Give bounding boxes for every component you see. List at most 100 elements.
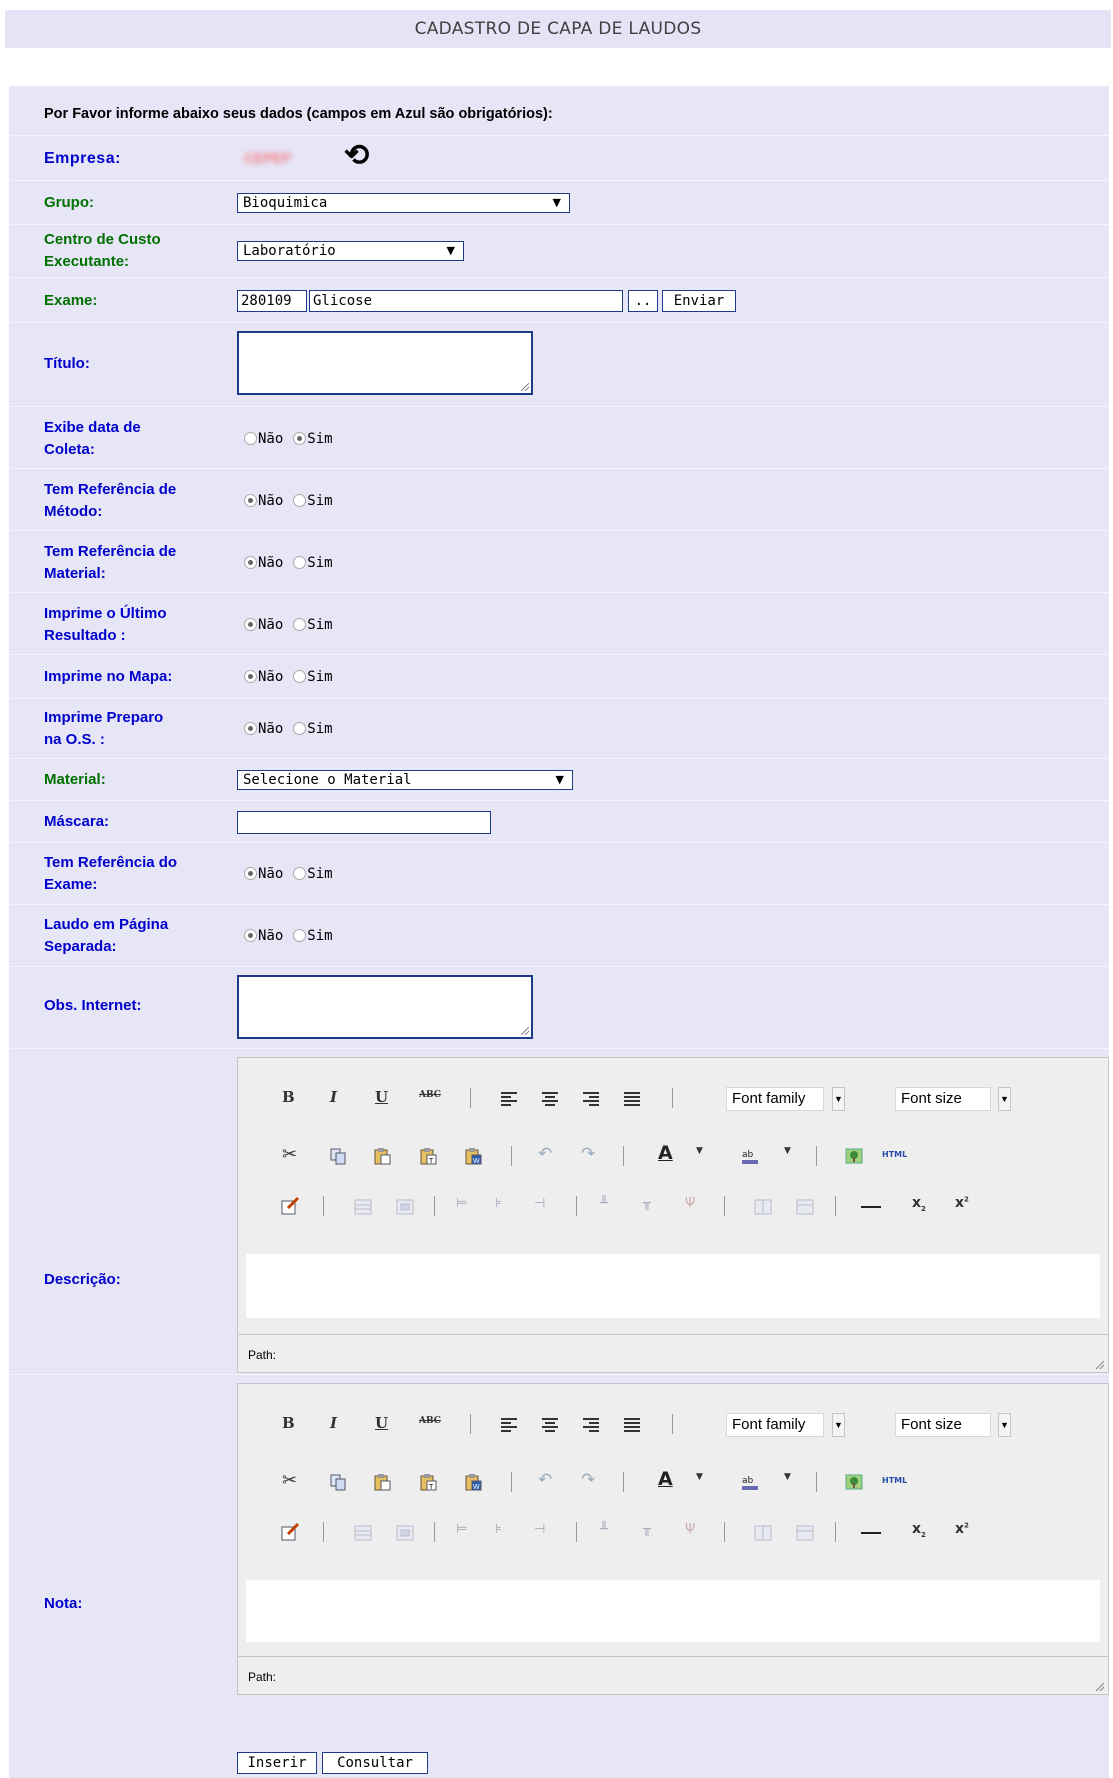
insert-col-after-icon[interactable]: ╥ [643, 1522, 651, 1537]
align-justify-icon[interactable] [622, 1089, 642, 1109]
merge-cells-icon[interactable] [795, 1523, 815, 1543]
radio-nao[interactable] [244, 556, 257, 569]
cut-icon[interactable]: ✂ [282, 1144, 297, 1165]
radio-nao[interactable] [244, 670, 257, 683]
horizontal-rule-icon[interactable] [861, 1532, 881, 1534]
obs-internet-textarea[interactable] [237, 975, 533, 1039]
table-cell-icon[interactable] [395, 1197, 415, 1217]
html-source-icon[interactable]: HTML [882, 1476, 907, 1485]
font-size-select[interactable]: Font size [895, 1413, 991, 1437]
titulo-textarea[interactable] [237, 331, 533, 395]
radio-sim[interactable] [293, 929, 307, 942]
copy-icon[interactable] [328, 1472, 348, 1492]
insert-col-before-icon[interactable]: ╨ [600, 1196, 608, 1211]
redo-icon[interactable]: ↷ [581, 1144, 595, 1164]
undo-icon[interactable]: ↶ [538, 1144, 552, 1164]
radio-nao[interactable] [244, 494, 257, 507]
merge-cells-icon[interactable] [795, 1197, 815, 1217]
underline-icon[interactable]: U [375, 1414, 388, 1432]
descricao-edit-area[interactable] [246, 1254, 1100, 1318]
font-family-select[interactable]: Font family [726, 1413, 824, 1437]
inserir-button[interactable]: Inserir [237, 1752, 317, 1774]
highlight-color-icon[interactable]: ab [740, 1146, 760, 1166]
exame-lookup-button[interactable]: .. [628, 290, 658, 312]
resize-grip-icon[interactable] [1096, 1683, 1104, 1691]
underline-icon[interactable]: U [375, 1088, 388, 1106]
delete-row-icon[interactable]: ⊣ [534, 1196, 545, 1211]
highlight-color-icon[interactable]: ab [740, 1472, 760, 1492]
radio-sim[interactable] [293, 494, 307, 507]
strikethrough-icon[interactable]: ABC [419, 1416, 441, 1426]
radio-sim[interactable] [293, 722, 307, 735]
superscript-icon[interactable]: x2 [955, 1195, 969, 1211]
align-left-icon[interactable] [499, 1089, 519, 1109]
text-color-icon[interactable]: A [658, 1468, 673, 1490]
split-cells-icon[interactable] [753, 1523, 773, 1543]
align-right-icon[interactable] [581, 1089, 601, 1109]
chevron-down-icon[interactable]: ▼ [784, 1472, 791, 1482]
exame-send-button[interactable]: Enviar [662, 290, 736, 312]
cut-icon[interactable]: ✂ [282, 1470, 297, 1491]
centro-custo-select[interactable]: Laboratório ▼ [237, 241, 464, 261]
redo-icon[interactable]: ↷ [581, 1470, 595, 1490]
radio-nao[interactable] [244, 867, 257, 880]
paste-text-icon[interactable]: T [418, 1472, 438, 1492]
align-right-icon[interactable] [581, 1415, 601, 1435]
radio-sim[interactable] [293, 670, 307, 683]
paste-icon[interactable] [372, 1472, 392, 1492]
text-color-icon[interactable]: A [658, 1142, 673, 1164]
chevron-down-icon[interactable]: ▼ [696, 1472, 703, 1482]
radio-sim[interactable] [293, 432, 307, 445]
subscript-icon[interactable]: x2 [912, 1195, 926, 1213]
radio-nao[interactable] [244, 432, 257, 445]
font-size-select[interactable]: Font size [895, 1087, 991, 1111]
exame-code-input[interactable]: 280109 [237, 290, 307, 312]
chevron-down-icon[interactable]: ▼ [696, 1146, 703, 1156]
align-justify-icon[interactable] [622, 1415, 642, 1435]
radio-nao[interactable] [244, 722, 257, 735]
undo-icon[interactable]: ↶ [538, 1470, 552, 1490]
insert-row-before-icon[interactable]: ⊨ [456, 1196, 467, 1211]
material-select[interactable]: Selecione o Material ▼ [237, 770, 573, 790]
delete-col-icon[interactable]: Ψ [685, 1196, 695, 1211]
chevron-down-icon[interactable]: ▼ [832, 1413, 845, 1437]
radio-sim[interactable] [293, 618, 307, 631]
radio-nao[interactable] [244, 618, 257, 631]
split-cells-icon[interactable] [753, 1197, 773, 1217]
consultar-button[interactable]: Consultar [322, 1752, 428, 1774]
strikethrough-icon[interactable]: ABC [419, 1090, 441, 1100]
chevron-down-icon[interactable]: ▼ [998, 1413, 1011, 1437]
insert-col-before-icon[interactable]: ╨ [600, 1522, 608, 1537]
table-icon[interactable] [353, 1197, 373, 1217]
italic-icon[interactable]: I [330, 1414, 337, 1432]
insert-row-after-icon[interactable]: ⊧ [495, 1196, 502, 1211]
insert-col-after-icon[interactable]: ╥ [643, 1196, 651, 1211]
exame-name-input[interactable]: Glicose [309, 290, 623, 312]
horizontal-rule-icon[interactable] [861, 1206, 881, 1208]
chevron-down-icon[interactable]: ▼ [998, 1087, 1011, 1111]
image-icon[interactable] [844, 1472, 864, 1492]
chevron-down-icon[interactable]: ▼ [832, 1087, 845, 1111]
reload-icon[interactable]: ⟲ [344, 141, 369, 171]
nota-edit-area[interactable] [246, 1580, 1100, 1642]
italic-icon[interactable]: I [330, 1088, 337, 1106]
resize-grip-icon[interactable] [521, 383, 529, 391]
radio-sim[interactable] [293, 867, 307, 880]
align-left-icon[interactable] [499, 1415, 519, 1435]
paste-word-icon[interactable]: W [463, 1146, 483, 1166]
cleanup-icon[interactable] [280, 1196, 300, 1216]
font-family-select[interactable]: Font family [726, 1087, 824, 1111]
table-icon[interactable] [353, 1523, 373, 1543]
delete-col-icon[interactable]: Ψ [685, 1522, 695, 1537]
resize-grip-icon[interactable] [521, 1027, 529, 1035]
radio-nao[interactable] [244, 929, 257, 942]
delete-row-icon[interactable]: ⊣ [534, 1522, 545, 1537]
html-source-icon[interactable]: HTML [882, 1150, 907, 1159]
mascara-input[interactable] [237, 811, 491, 834]
cleanup-icon[interactable] [280, 1522, 300, 1542]
insert-row-after-icon[interactable]: ⊧ [495, 1522, 502, 1537]
paste-word-icon[interactable]: W [463, 1472, 483, 1492]
chevron-down-icon[interactable]: ▼ [784, 1146, 791, 1156]
bold-icon[interactable]: B [282, 1414, 295, 1432]
align-center-icon[interactable] [540, 1415, 560, 1435]
